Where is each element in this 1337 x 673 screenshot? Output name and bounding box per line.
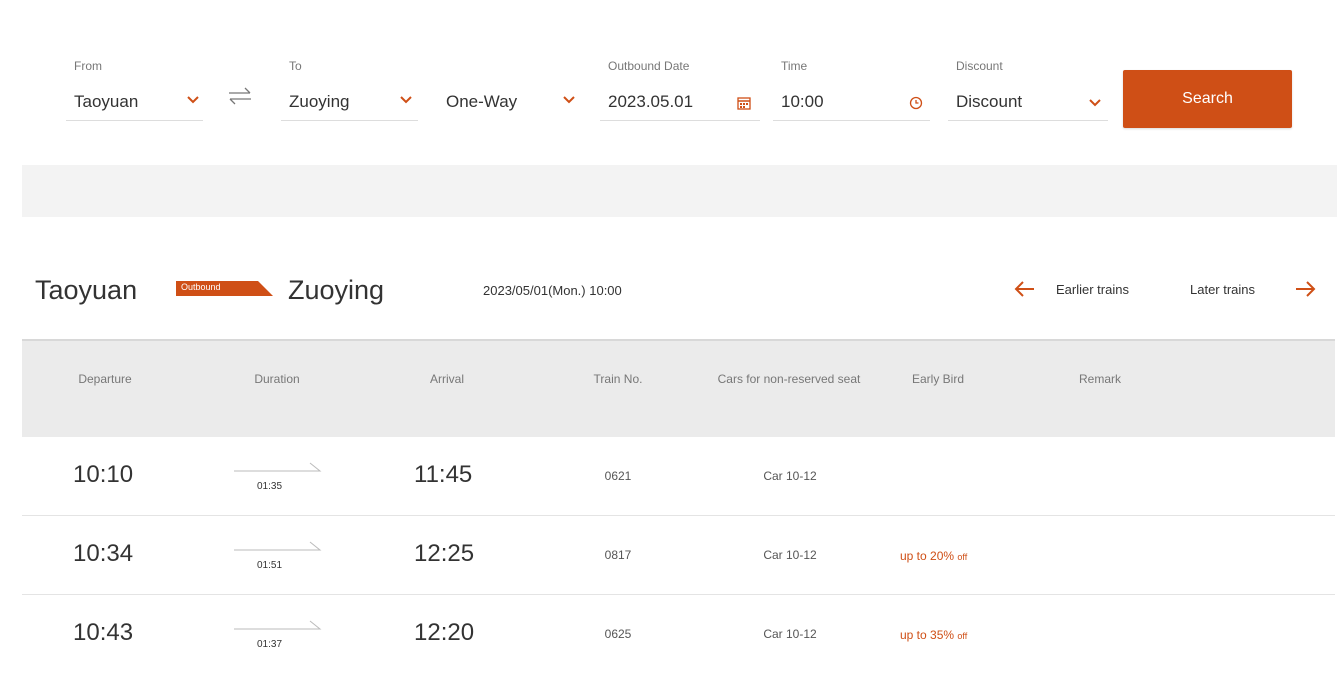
badge-arrow-shape — [248, 281, 273, 296]
outbound-date-field[interactable]: Outbound Date 2023.05.01 — [600, 58, 760, 121]
duration: 01:35 — [257, 481, 283, 492]
duration: 01:51 — [257, 560, 283, 571]
swap-arrows-icon[interactable] — [226, 84, 254, 113]
from-label: From — [74, 59, 102, 73]
column-header: Arrival — [429, 372, 464, 386]
to-select[interactable]: Zuoying — [281, 84, 418, 121]
trip-type-field[interactable]: One-Way — [438, 58, 588, 111]
clock-icon[interactable] — [909, 96, 923, 110]
table-header: Departure Duration Arrival Train No. Car… — [22, 339, 1335, 439]
column-header: Departure — [78, 372, 132, 386]
column-header: Early Bird — [911, 372, 964, 386]
column-header: Duration — [254, 372, 300, 386]
non-reserved-cars: Car 10-12 — [763, 469, 817, 483]
arrival-time: 12:25 — [414, 540, 475, 567]
column-header: Train No. — [593, 372, 643, 386]
discount-field[interactable]: Discount Discount — [948, 58, 1108, 121]
train-number: 0625 — [604, 627, 632, 641]
departure-time: 10:43 — [73, 619, 134, 646]
duration-arrow-icon — [232, 617, 324, 638]
to-field[interactable]: To Zuoying — [281, 58, 418, 121]
arrow-right-icon[interactable] — [1293, 279, 1317, 302]
later-trains-label[interactable]: Later trains — [1190, 282, 1255, 297]
arrival-time: 11:45 — [414, 461, 473, 488]
search-button[interactable]: Search — [1123, 70, 1292, 128]
calendar-icon[interactable] — [737, 96, 751, 110]
discount-select[interactable]: Discount — [948, 84, 1108, 121]
trip-type-value: One-Way — [446, 92, 518, 111]
time-label: Time — [781, 59, 808, 73]
outbound-date-input[interactable]: 2023.05.01 — [600, 84, 760, 121]
duration-arrow-icon — [232, 459, 324, 480]
route-datetime: 2023/05/01(Mon.) 10:00 — [483, 283, 622, 298]
discount-value: Discount — [956, 92, 1023, 111]
outbound-badge-label: Outbound — [181, 282, 221, 292]
table-row[interactable]: 10:10 01:35 11:45 0621 Car 10-12 — [22, 437, 1335, 516]
duration: 01:37 — [257, 639, 283, 650]
chevron-down-icon[interactable] — [1088, 98, 1102, 108]
non-reserved-cars: Car 10-12 — [763, 627, 817, 641]
column-header: Remark — [1078, 372, 1121, 386]
time-field[interactable]: Time 10:00 — [773, 58, 930, 121]
train-number: 0817 — [604, 548, 632, 562]
route-destination: Zuoying — [288, 275, 385, 305]
route-origin: Taoyuan — [35, 275, 138, 305]
column-header: Cars for non-reserved seat — [717, 372, 861, 386]
early-bird-discount: up to 20% off — [900, 549, 968, 563]
departure-time: 10:10 — [73, 461, 134, 488]
duration-arrow-icon — [232, 538, 324, 559]
early-bird-discount: up to 35% off — [900, 628, 968, 642]
chevron-down-icon[interactable] — [399, 95, 413, 105]
arrow-left-icon[interactable] — [1013, 279, 1037, 302]
discount-label: Discount — [956, 59, 1003, 73]
from-value: Taoyuan — [74, 92, 139, 111]
outbound-date-label: Outbound Date — [608, 59, 690, 73]
earlier-trains-label[interactable]: Earlier trains — [1056, 282, 1129, 297]
divider-band — [22, 165, 1337, 217]
train-number: 0621 — [604, 469, 632, 483]
from-select[interactable]: Taoyuan — [66, 84, 203, 121]
trip-type-select[interactable]: One-Way — [438, 84, 588, 120]
table-row[interactable]: 10:34 01:51 12:25 0817 Car 10-12 up to 2… — [22, 516, 1335, 595]
departure-time: 10:34 — [73, 540, 134, 567]
non-reserved-cars: Car 10-12 — [763, 548, 817, 562]
chevron-down-icon[interactable] — [562, 95, 576, 105]
from-field[interactable]: From Taoyuan — [66, 58, 203, 121]
chevron-down-icon[interactable] — [186, 95, 200, 105]
arrival-time: 12:20 — [414, 619, 475, 646]
to-value: Zuoying — [289, 92, 350, 111]
table-row[interactable]: 10:43 01:37 12:20 0625 Car 10-12 up to 3… — [22, 595, 1335, 673]
to-label: To — [289, 59, 302, 73]
time-input[interactable]: 10:00 — [773, 84, 930, 121]
time-value: 10:00 — [781, 92, 824, 111]
outbound-date-value: 2023.05.01 — [608, 92, 694, 111]
